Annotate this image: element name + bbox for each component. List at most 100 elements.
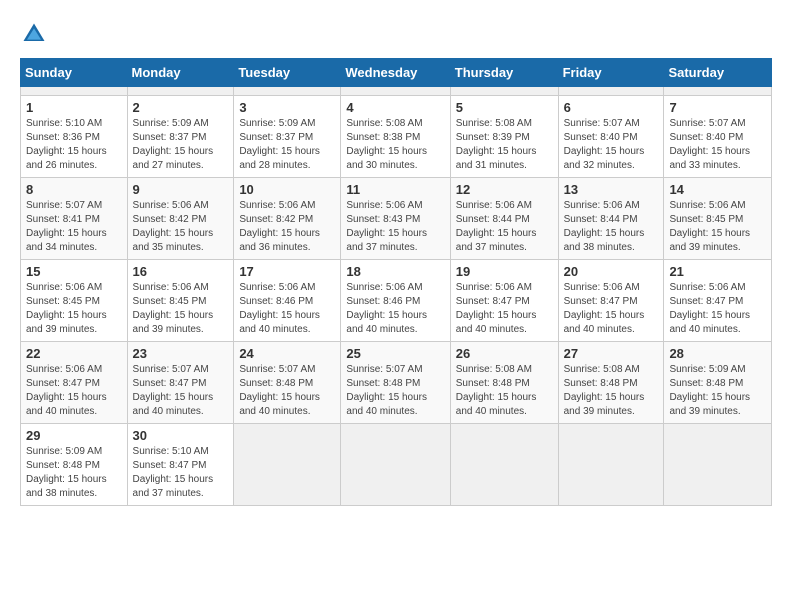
day-number: 8 [26, 182, 122, 197]
page-header [20, 20, 772, 48]
day-info: Sunrise: 5:09 AMSunset: 8:37 PMDaylight:… [133, 117, 229, 173]
calendar-week-row: 15 Sunrise: 5:06 AMSunset: 8:45 PMDayligh… [21, 260, 772, 342]
day-number: 5 [456, 100, 553, 115]
calendar-cell: 26 Sunrise: 5:08 AMSunset: 8:48 PMDayligh… [450, 342, 558, 424]
calendar-cell: 23Sunrise: 5:07 AMSunset: 8:47 PMDayligh… [127, 342, 234, 424]
day-info: Sunrise: 5:07 AMSunset: 8:40 PMDaylight:… [564, 117, 659, 173]
header-saturday: Saturday [664, 59, 772, 87]
calendar-cell: 13 Sunrise: 5:06 AMSunset: 8:44 PMDayligh… [558, 178, 664, 260]
header-friday: Friday [558, 59, 664, 87]
day-info: Sunrise: 5:06 AMSunset: 8:45 PMDaylight:… [669, 199, 766, 255]
day-info: Sunrise: 5:06 AMSunset: 8:42 PMDaylight:… [133, 199, 229, 255]
calendar-cell: 10 Sunrise: 5:06 AMSunset: 8:42 PMDayligh… [234, 178, 341, 260]
day-number: 6 [564, 100, 659, 115]
calendar-cell [664, 424, 772, 506]
day-number: 29 [26, 428, 122, 443]
day-number: 4 [346, 100, 444, 115]
day-info: Sunrise: 5:06 AMSunset: 8:46 PMDaylight:… [239, 281, 335, 337]
calendar-cell: 27Sunrise: 5:08 AMSunset: 8:48 PMDayligh… [558, 342, 664, 424]
day-info: Sunrise: 5:06 AMSunset: 8:47 PMDaylight:… [456, 281, 553, 337]
calendar-table: SundayMondayTuesdayWednesdayThursdayFrid… [20, 58, 772, 506]
calendar-cell [234, 424, 341, 506]
day-info: Sunrise: 5:07 AMSunset: 8:40 PMDaylight:… [669, 117, 766, 173]
day-number: 20 [564, 264, 659, 279]
day-number: 3 [239, 100, 335, 115]
day-info: Sunrise: 5:06 AMSunset: 8:47 PMDaylight:… [26, 363, 122, 419]
day-info: Sunrise: 5:07 AMSunset: 8:48 PMDaylight:… [346, 363, 444, 419]
calendar-cell: 19Sunrise: 5:06 AMSunset: 8:47 PMDayligh… [450, 260, 558, 342]
day-info: Sunrise: 5:09 AMSunset: 8:48 PMDaylight:… [26, 445, 122, 501]
day-info: Sunrise: 5:06 AMSunset: 8:42 PMDaylight:… [239, 199, 335, 255]
day-number: 22 [26, 346, 122, 361]
day-number: 24 [239, 346, 335, 361]
header-thursday: Thursday [450, 59, 558, 87]
day-number: 14 [669, 182, 766, 197]
day-info: Sunrise: 5:08 AMSunset: 8:39 PMDaylight:… [456, 117, 553, 173]
day-number: 10 [239, 182, 335, 197]
calendar-cell: 6 Sunrise: 5:07 AMSunset: 8:40 PMDaylight… [558, 96, 664, 178]
day-number: 26 [456, 346, 553, 361]
calendar-cell: 4 Sunrise: 5:08 AMSunset: 8:38 PMDaylight… [341, 96, 450, 178]
day-info: Sunrise: 5:06 AMSunset: 8:45 PMDaylight:… [133, 281, 229, 337]
calendar-header-row: SundayMondayTuesdayWednesdayThursdayFrid… [21, 59, 772, 87]
calendar-cell: 30 Sunrise: 5:10 AMSunset: 8:47 PMDayligh… [127, 424, 234, 506]
calendar-cell: 9 Sunrise: 5:06 AMSunset: 8:42 PMDaylight… [127, 178, 234, 260]
calendar-cell: 11 Sunrise: 5:06 AMSunset: 8:43 PMDayligh… [341, 178, 450, 260]
day-info: Sunrise: 5:09 AMSunset: 8:37 PMDaylight:… [239, 117, 335, 173]
day-info: Sunrise: 5:10 AMSunset: 8:47 PMDaylight:… [133, 445, 229, 501]
calendar-cell: 29 Sunrise: 5:09 AMSunset: 8:48 PMDayligh… [21, 424, 128, 506]
calendar-cell: 2Sunrise: 5:09 AMSunset: 8:37 PMDaylight… [127, 96, 234, 178]
calendar-cell [127, 87, 234, 96]
header-sunday: Sunday [21, 59, 128, 87]
day-info: Sunrise: 5:08 AMSunset: 8:38 PMDaylight:… [346, 117, 444, 173]
calendar-cell: 16 Sunrise: 5:06 AMSunset: 8:45 PMDayligh… [127, 260, 234, 342]
day-info: Sunrise: 5:06 AMSunset: 8:43 PMDaylight:… [346, 199, 444, 255]
day-number: 30 [133, 428, 229, 443]
header-tuesday: Tuesday [234, 59, 341, 87]
calendar-week-row: 29 Sunrise: 5:09 AMSunset: 8:48 PMDayligh… [21, 424, 772, 506]
day-info: Sunrise: 5:07 AMSunset: 8:48 PMDaylight:… [239, 363, 335, 419]
calendar-cell: 17 Sunrise: 5:06 AMSunset: 8:46 PMDayligh… [234, 260, 341, 342]
day-info: Sunrise: 5:06 AMSunset: 8:47 PMDaylight:… [564, 281, 659, 337]
calendar-week-row: 22 Sunrise: 5:06 AMSunset: 8:47 PMDayligh… [21, 342, 772, 424]
calendar-cell: 20 Sunrise: 5:06 AMSunset: 8:47 PMDayligh… [558, 260, 664, 342]
day-number: 28 [669, 346, 766, 361]
calendar-cell [21, 87, 128, 96]
day-number: 27 [564, 346, 659, 361]
calendar-week-row: 1Sunrise: 5:10 AMSunset: 8:36 PMDaylight… [21, 96, 772, 178]
calendar-cell: 18Sunrise: 5:06 AMSunset: 8:46 PMDayligh… [341, 260, 450, 342]
day-number: 11 [346, 182, 444, 197]
day-number: 12 [456, 182, 553, 197]
calendar-cell: 3 Sunrise: 5:09 AMSunset: 8:37 PMDaylight… [234, 96, 341, 178]
day-info: Sunrise: 5:07 AMSunset: 8:41 PMDaylight:… [26, 199, 122, 255]
calendar-cell [664, 87, 772, 96]
calendar-cell: 25Sunrise: 5:07 AMSunset: 8:48 PMDayligh… [341, 342, 450, 424]
logo [20, 20, 52, 48]
day-number: 9 [133, 182, 229, 197]
day-info: Sunrise: 5:06 AMSunset: 8:44 PMDaylight:… [456, 199, 553, 255]
calendar-cell: 8 Sunrise: 5:07 AMSunset: 8:41 PMDaylight… [21, 178, 128, 260]
calendar-cell [558, 424, 664, 506]
header-wednesday: Wednesday [341, 59, 450, 87]
day-info: Sunrise: 5:09 AMSunset: 8:48 PMDaylight:… [669, 363, 766, 419]
calendar-cell: 5 Sunrise: 5:08 AMSunset: 8:39 PMDaylight… [450, 96, 558, 178]
calendar-week-row: 8 Sunrise: 5:07 AMSunset: 8:41 PMDaylight… [21, 178, 772, 260]
calendar-cell [450, 87, 558, 96]
calendar-cell: 21Sunrise: 5:06 AMSunset: 8:47 PMDayligh… [664, 260, 772, 342]
day-number: 16 [133, 264, 229, 279]
day-number: 18 [346, 264, 444, 279]
day-number: 21 [669, 264, 766, 279]
day-number: 17 [239, 264, 335, 279]
day-info: Sunrise: 5:06 AMSunset: 8:44 PMDaylight:… [564, 199, 659, 255]
day-number: 1 [26, 100, 122, 115]
calendar-cell: 24 Sunrise: 5:07 AMSunset: 8:48 PMDayligh… [234, 342, 341, 424]
day-number: 13 [564, 182, 659, 197]
calendar-cell: 28 Sunrise: 5:09 AMSunset: 8:48 PMDayligh… [664, 342, 772, 424]
calendar-cell [341, 424, 450, 506]
calendar-cell: 14 Sunrise: 5:06 AMSunset: 8:45 PMDayligh… [664, 178, 772, 260]
day-number: 15 [26, 264, 122, 279]
day-info: Sunrise: 5:08 AMSunset: 8:48 PMDaylight:… [456, 363, 553, 419]
calendar-cell: 22 Sunrise: 5:06 AMSunset: 8:47 PMDayligh… [21, 342, 128, 424]
calendar-cell [450, 424, 558, 506]
calendar-cell: 15Sunrise: 5:06 AMSunset: 8:45 PMDayligh… [21, 260, 128, 342]
